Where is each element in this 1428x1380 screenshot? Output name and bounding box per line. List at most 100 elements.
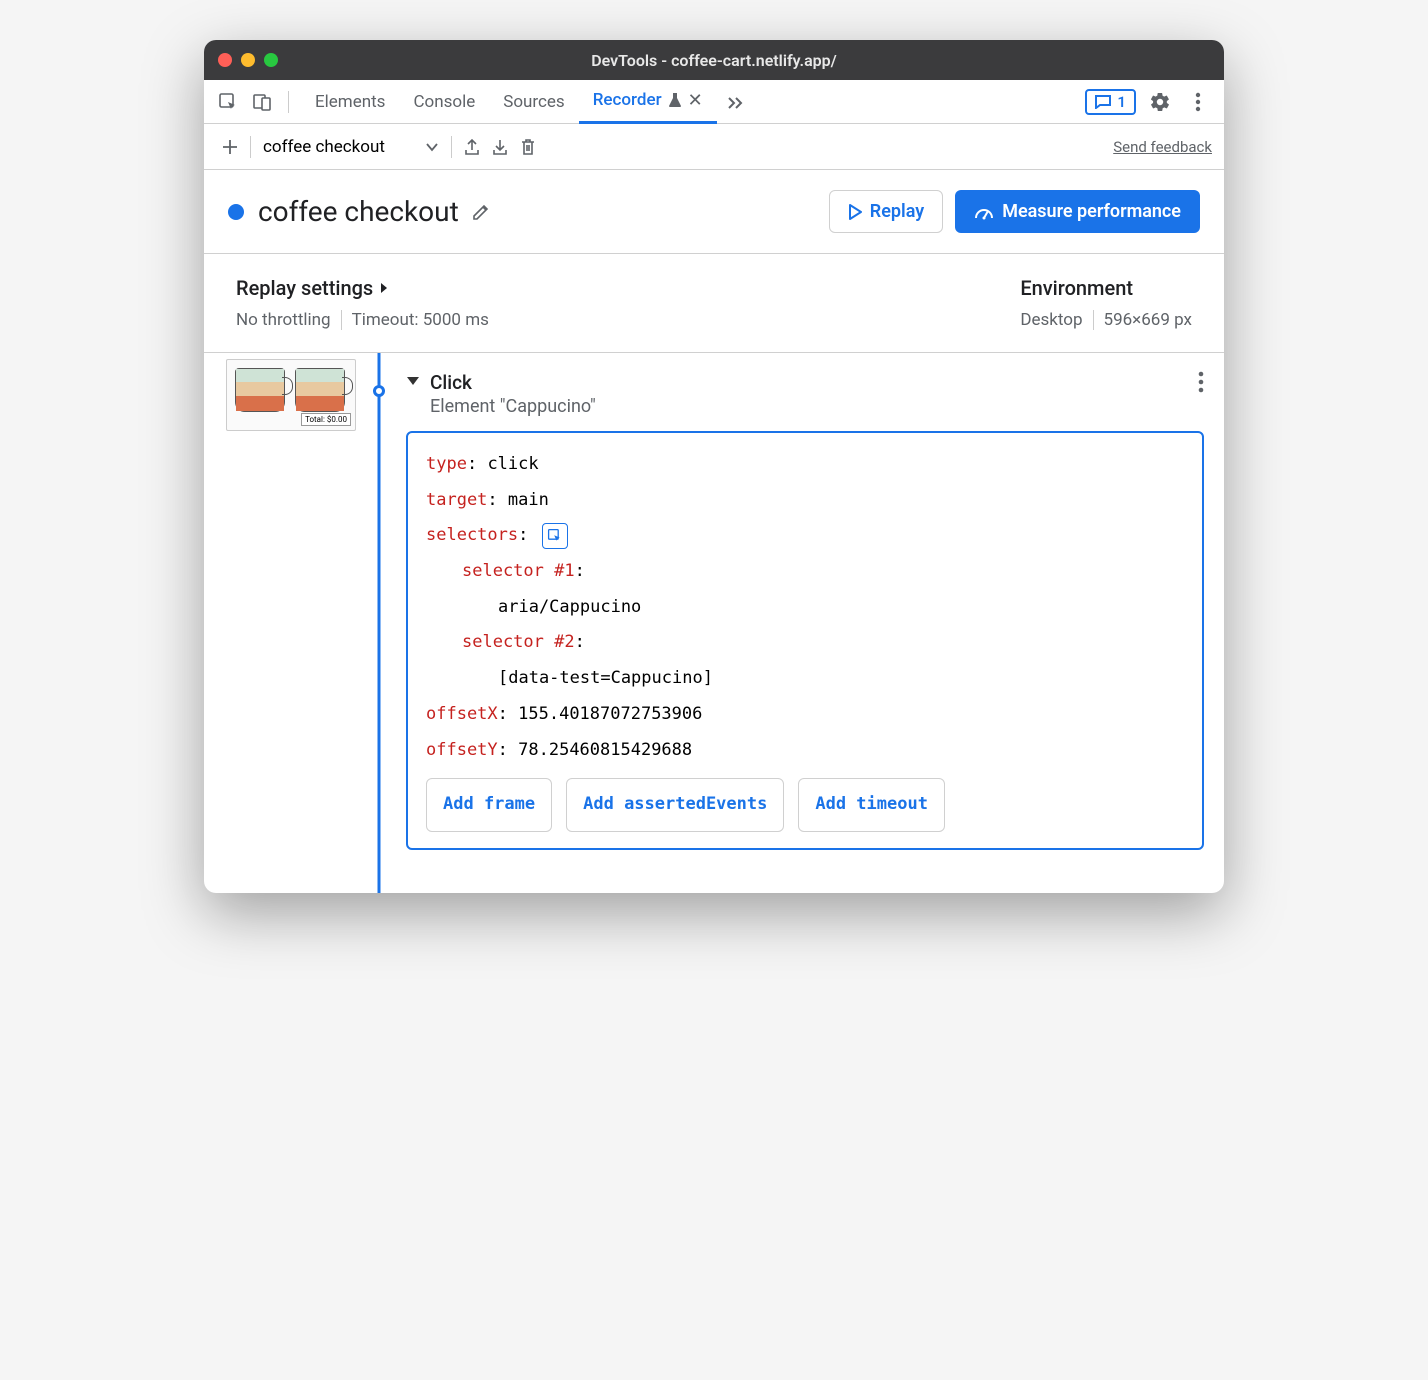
inspect-controls [210,88,295,116]
timeline-node [373,385,385,397]
cup-illustration [295,368,345,412]
prop-offset-x[interactable]: offsetX: 155.40187072753906 [426,697,1184,733]
replay-settings-values: No throttling Timeout: 5000 ms [236,310,489,330]
prop-key: selectors [426,518,518,554]
environment-values: Desktop 596×669 px [1020,310,1192,330]
throttling-value: No throttling [236,310,331,330]
step-properties: type: click target: main selectors: [406,431,1204,850]
recording-name: coffee checkout [263,137,385,157]
measure-performance-button[interactable]: Measure performance [955,190,1200,233]
issues-count: 1 [1117,93,1126,111]
prop-value: 78.25460815429688 [518,733,692,769]
devtools-tabs-row: Elements Console Sources Recorder ✕ 1 [204,80,1224,124]
prop-value: [data-test=Cappucino] [498,661,713,697]
timeline-line [378,353,381,893]
settings-row: Replay settings No throttling Timeout: 5… [204,254,1224,353]
recording-header: coffee checkout Replay Measure performan… [204,170,1224,254]
add-frame-button[interactable]: Add frame [426,778,552,832]
recording-select[interactable]: coffee checkout [257,133,445,161]
separator [1093,310,1094,330]
dimensions-value: 596×669 px [1104,310,1192,330]
prop-key: offsetX [426,697,498,733]
step-subtitle: Element "Cappucino" [430,396,596,417]
tab-label: Recorder [593,90,662,110]
selector-1-value[interactable]: aria/Cappucino [426,590,1184,626]
device-toggle-icon[interactable] [248,88,276,116]
prop-key: target [426,483,487,519]
replay-settings-title[interactable]: Replay settings [236,276,489,300]
selector-2-value[interactable]: [data-test=Cappucino] [426,661,1184,697]
flask-icon [668,92,682,108]
inspect-element-icon[interactable] [214,88,242,116]
selector-1-label[interactable]: selector #1: [426,554,1184,590]
window-title: DevTools - coffee-cart.netlify.app/ [204,51,1224,70]
separator [341,310,342,330]
tab-elements[interactable]: Elements [301,80,399,124]
timeline [364,353,394,893]
close-tab-icon[interactable]: ✕ [688,90,703,111]
cup-illustration [235,368,285,412]
header-buttons: Replay Measure performance [829,190,1200,233]
separator [451,136,452,158]
add-timeout-button[interactable]: Add timeout [798,778,945,832]
add-asserted-events-button[interactable]: Add assertedEvents [566,778,784,832]
step-menu-icon[interactable] [1198,371,1204,393]
tabs-right-controls: 1 [1085,88,1218,116]
tab-label: Console [413,92,475,112]
replay-settings-label: Replay settings [236,276,373,300]
prop-value: click [487,447,538,483]
issues-badge[interactable]: 1 [1085,89,1136,115]
gauge-icon [974,204,994,220]
environment-col: Environment Desktop 596×669 px [1020,276,1192,330]
collapse-toggle-icon[interactable] [406,375,420,387]
device-value: Desktop [1020,310,1082,330]
prop-target[interactable]: target: main [426,483,1184,519]
recorder-toolbar: coffee checkout Send feedback [204,124,1224,170]
delete-icon[interactable] [514,133,542,161]
chevron-down-icon [425,142,439,152]
prop-key: offsetY [426,733,498,769]
tab-recorder[interactable]: Recorder ✕ [579,80,717,124]
add-recording-icon[interactable] [216,133,244,161]
recording-title: coffee checkout [258,195,459,228]
step-thumbnail[interactable]: Total: $0.00 [226,359,356,431]
step-title: Click [430,371,596,394]
replay-button[interactable]: Replay [829,190,943,233]
window-titlebar: DevTools - coffee-cart.netlify.app/ [204,40,1224,80]
chat-icon [1095,95,1111,109]
maximize-window-button[interactable] [264,53,278,67]
tab-sources[interactable]: Sources [489,80,578,124]
export-icon[interactable] [458,133,486,161]
minimize-window-button[interactable] [241,53,255,67]
prop-key: type [426,447,467,483]
prop-selectors[interactable]: selectors: [426,518,1184,554]
play-icon [848,204,862,220]
prop-value: main [508,483,549,519]
selector-2-label[interactable]: selector #2: [426,625,1184,661]
prop-offset-y[interactable]: offsetY: 78.25460815429688 [426,733,1184,769]
step-detail: Click Element "Cappucino" type: click ta… [394,353,1224,893]
prop-key: selector #2 [462,625,575,661]
tab-label: Elements [315,92,385,112]
chevron-right-icon [379,281,389,295]
prop-type[interactable]: type: click [426,447,1184,483]
steps-area: Total: $0.00 Click Element "Cappucino" [204,353,1224,893]
import-icon[interactable] [486,133,514,161]
more-tabs-icon[interactable] [723,88,751,116]
settings-gear-icon[interactable] [1146,88,1174,116]
replay-settings-col: Replay settings No throttling Timeout: 5… [236,276,489,330]
separator [250,136,251,158]
kebab-menu-icon[interactable] [1184,88,1212,116]
property-action-buttons: Add frame Add assertedEvents Add timeout [426,778,1184,832]
edit-title-icon[interactable] [471,202,491,222]
tab-label: Sources [503,92,564,112]
close-window-button[interactable] [218,53,232,67]
environment-label: Environment [1020,276,1133,300]
step-title-block: Click Element "Cappucino" [430,371,596,417]
prop-value: aria/Cappucino [498,590,641,626]
send-feedback-link[interactable]: Send feedback [1113,138,1212,156]
prop-value: 155.40187072753906 [518,697,702,733]
pick-selector-icon[interactable] [542,523,568,549]
tab-console[interactable]: Console [399,80,489,124]
separator [288,91,289,113]
